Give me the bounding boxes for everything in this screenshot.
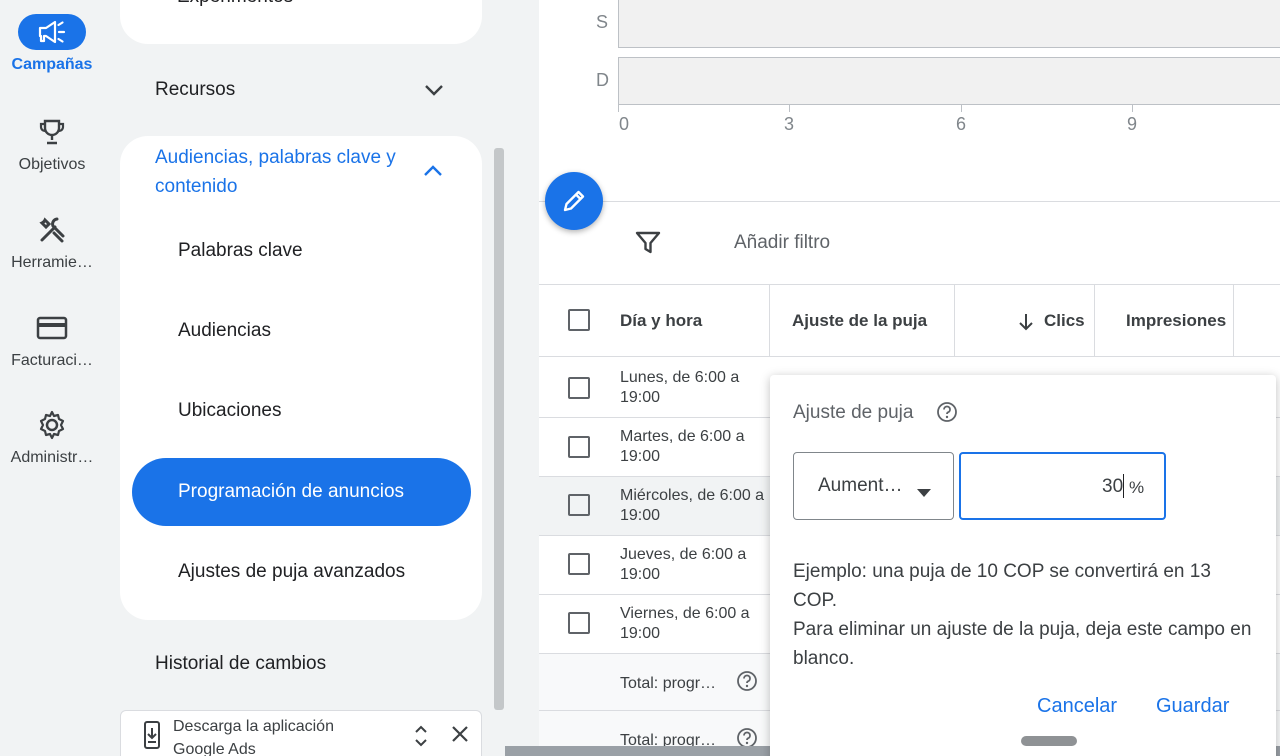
- filter-icon[interactable]: [635, 230, 661, 261]
- column-divider: [769, 284, 770, 356]
- drag-handle[interactable]: [1021, 736, 1077, 746]
- audiences-card: Audiencias, palabras clave y contenido P…: [120, 136, 482, 620]
- chart-tick: [789, 104, 790, 112]
- popover-title: Ajuste de puja: [793, 402, 914, 423]
- trophy-icon: [20, 114, 84, 150]
- nav-item-audiences[interactable]: Audiencias: [178, 320, 271, 342]
- chart-row-bar: [618, 0, 1280, 48]
- column-header-impressions[interactable]: Impresiones: [1126, 311, 1226, 331]
- chart-tick: [1132, 104, 1133, 112]
- row-day-time: Jueves, de 6:00 a 19:00: [620, 546, 747, 583]
- edit-fab-button[interactable]: [545, 172, 603, 230]
- popover-description: Ejemplo: una puja de 10 COP se convertir…: [793, 557, 1253, 673]
- nav-item-keywords[interactable]: Palabras clave: [178, 240, 303, 262]
- rail-item-label: Facturaci…: [11, 352, 93, 369]
- row-day-time: Viernes, de 6:00 a 19:00: [620, 605, 750, 642]
- text-cursor: [1123, 474, 1124, 498]
- rail-item-label: Herramie…: [11, 254, 93, 271]
- megaphone-icon: [18, 14, 86, 50]
- credit-card-icon: [20, 310, 84, 346]
- close-icon[interactable]: [451, 725, 469, 748]
- row-day-time: Lunes, de 6:00 a 19:00: [620, 369, 740, 406]
- row-checkbox[interactable]: [568, 612, 590, 634]
- download-banner-line1: Descarga la aplicación: [173, 718, 334, 735]
- percent-suffix: %: [1129, 478, 1145, 497]
- column-header-day-time[interactable]: Día y hora: [620, 311, 702, 331]
- chart-tick: [961, 104, 962, 112]
- example-text: Ejemplo: una puja de 10 COP se convertir…: [793, 561, 1211, 611]
- expand-collapse-icon[interactable]: [413, 723, 429, 754]
- rail-item-campaigns[interactable]: Campañas: [0, 14, 104, 74]
- left-rail: Campañas Objetivos Herramie… Facturaci… …: [0, 0, 104, 756]
- chart-tick: [618, 104, 619, 112]
- nav-item-advanced-bid[interactable]: Ajustes de puja avanzados: [178, 561, 405, 583]
- chart-tick-label: 3: [784, 114, 795, 134]
- experiments-card: Experimentos: [120, 0, 482, 44]
- rail-item-label: Administr…: [10, 449, 94, 466]
- nav-scrollbar[interactable]: [494, 148, 504, 710]
- nav-item-change-history[interactable]: Historial de cambios: [155, 653, 326, 675]
- gear-icon: [20, 407, 84, 443]
- remove-hint-text: Para eliminar un ajuste de la puja, deja…: [793, 619, 1252, 669]
- add-filter-button[interactable]: Añadir filtro: [734, 232, 830, 254]
- help-icon[interactable]: [936, 401, 958, 428]
- rail-item-label: Campañas: [11, 56, 93, 73]
- chart-tick-label: 9: [1127, 114, 1138, 134]
- rail-item-billing[interactable]: Facturaci…: [0, 310, 104, 370]
- adjustment-direction-select[interactable]: Aument…: [793, 452, 954, 520]
- chart-row-bar: [618, 57, 1280, 105]
- pencil-icon: [563, 190, 585, 212]
- adjustment-percent-input[interactable]: 30 %: [959, 452, 1166, 520]
- rail-item-label: Objetivos: [18, 156, 86, 173]
- save-button[interactable]: Guardar: [1156, 695, 1229, 718]
- chart-row-label: S: [596, 12, 609, 32]
- chevron-up-icon[interactable]: [423, 164, 443, 183]
- input-value: 30: [1102, 476, 1124, 497]
- column-header-clicks[interactable]: Clics: [1044, 311, 1085, 331]
- column-divider: [1094, 284, 1095, 356]
- download-banner-line2: Google Ads: [173, 741, 256, 756]
- nav-item-experiments[interactable]: Experimentos: [177, 0, 293, 8]
- select-all-checkbox[interactable]: [568, 309, 590, 331]
- row-checkbox[interactable]: [568, 436, 590, 458]
- download-banner-text: Descarga la aplicación Google Ads: [173, 715, 334, 756]
- rail-item-goals[interactable]: Objetivos: [0, 114, 104, 174]
- nav-panel: Experimentos Recursos Audiencias, palabr…: [104, 0, 508, 756]
- nav-item-placements[interactable]: Ubicaciones: [178, 400, 282, 422]
- column-divider: [1233, 284, 1234, 356]
- nav-item-ad-schedule[interactable]: Programación de anuncios: [132, 458, 471, 526]
- download-app-banner[interactable]: Descarga la aplicación Google Ads: [120, 710, 482, 756]
- row-day-time: Martes, de 6:00 a 19:00: [620, 428, 745, 465]
- column-divider: [954, 284, 955, 356]
- chart-row-label: D: [596, 70, 609, 90]
- select-value: Aument…: [818, 475, 903, 496]
- rail-item-tools[interactable]: Herramie…: [0, 212, 104, 272]
- column-header-bid-adjustment[interactable]: Ajuste de la puja: [792, 311, 927, 331]
- row-checkbox[interactable]: [568, 377, 590, 399]
- row-checkbox[interactable]: [568, 494, 590, 516]
- chart-tick-label: 0: [619, 114, 630, 134]
- nav-section-resources[interactable]: Recursos: [155, 79, 235, 101]
- rail-item-admin[interactable]: Administr…: [0, 407, 104, 467]
- nav-section-audiences[interactable]: Audiencias, palabras clave y contenido: [155, 143, 425, 201]
- tools-icon: [20, 212, 84, 248]
- chevron-down-icon[interactable]: [424, 83, 444, 102]
- divider: [539, 201, 1280, 202]
- sort-arrow-down-icon[interactable]: [1018, 312, 1034, 337]
- help-icon[interactable]: [736, 670, 758, 697]
- bid-adjustment-popover: Ajuste de puja Aument… 30 % Ejemplo: una…: [770, 375, 1276, 756]
- row-checkbox[interactable]: [568, 553, 590, 575]
- chart-tick-label: 6: [956, 114, 967, 134]
- divider: [539, 284, 1280, 285]
- cancel-button[interactable]: Cancelar: [1037, 695, 1117, 718]
- row-day-time: Miércoles, de 6:00 a 19:00: [620, 487, 765, 524]
- phone-download-icon: [143, 721, 161, 754]
- dropdown-arrow-icon: [917, 482, 931, 504]
